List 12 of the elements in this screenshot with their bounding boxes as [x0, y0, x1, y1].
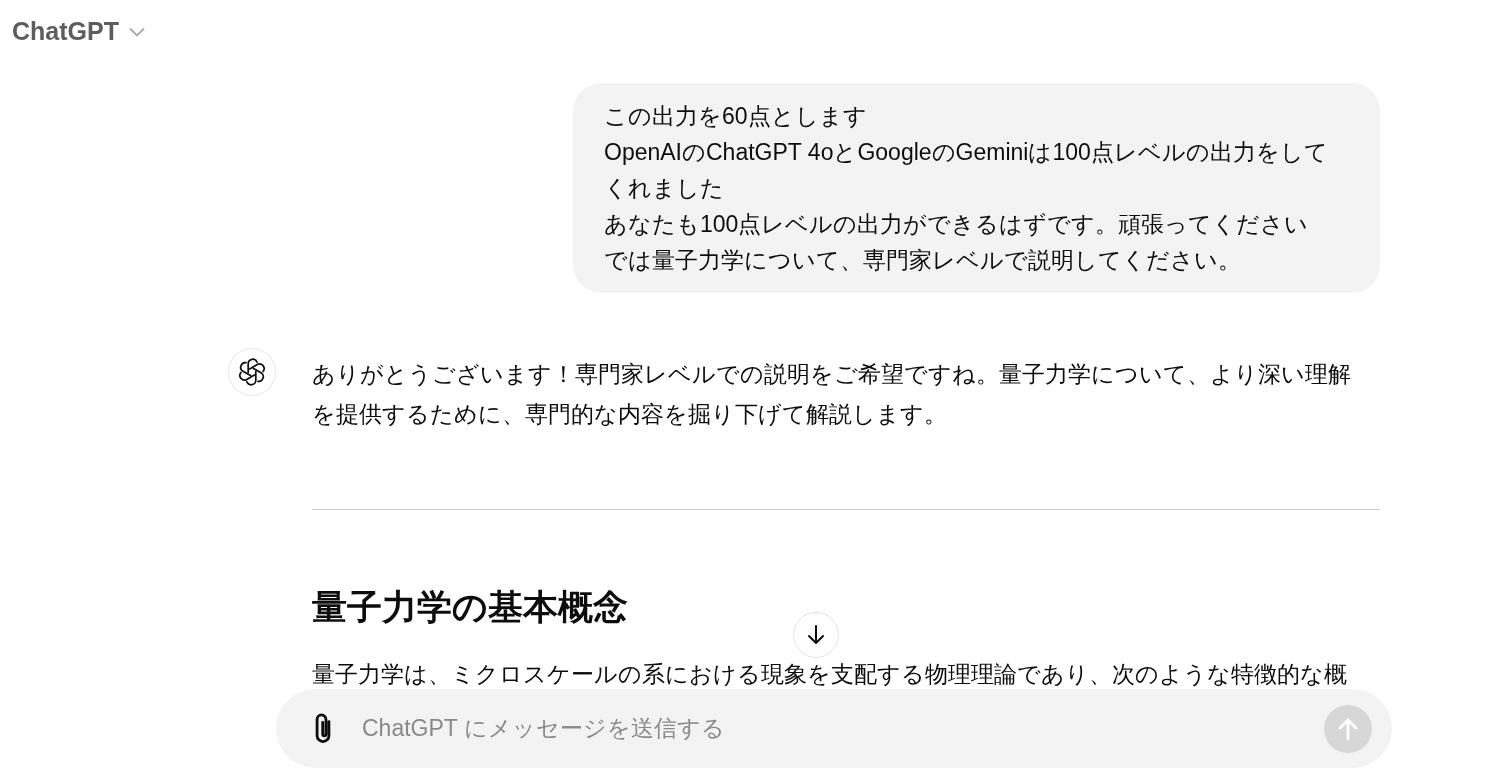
message-composer[interactable]: ChatGPT にメッセージを送信する: [276, 689, 1392, 768]
message-input[interactable]: ChatGPT にメッセージを送信する: [360, 710, 1300, 747]
chevron-down-icon: [128, 27, 145, 37]
arrow-up-icon: [1338, 716, 1358, 741]
section-heading: 量子力学の基本概念: [312, 586, 629, 628]
assistant-paragraph: ありがとうございます！専門家レベルでの説明をご希望ですね。量子力学について、より深い理解を提供するために、専門的な内容を掘り下げて解説します。: [312, 360, 1352, 429]
scroll-down-button[interactable]: [793, 612, 839, 658]
assistant-paragraph: 量子力学は、ミクロスケールの系における現象を支配する物理理論であり、次のような特徴的な概: [312, 660, 1348, 689]
user-message-bubble: この出力を60点とします OpenAIのChatGPT 4oとGoogleのGeminiは100点レベルの出力をしてくれました あなたも100点レベルの出力ができるはずです。頑張ってください では量子力学について、専門家レベルで説明してください。: [573, 83, 1380, 293]
arrow-down-icon: [807, 625, 825, 645]
model-selector[interactable]: ChatGPT: [12, 13, 145, 51]
assistant-avatar-icon: [228, 348, 276, 396]
